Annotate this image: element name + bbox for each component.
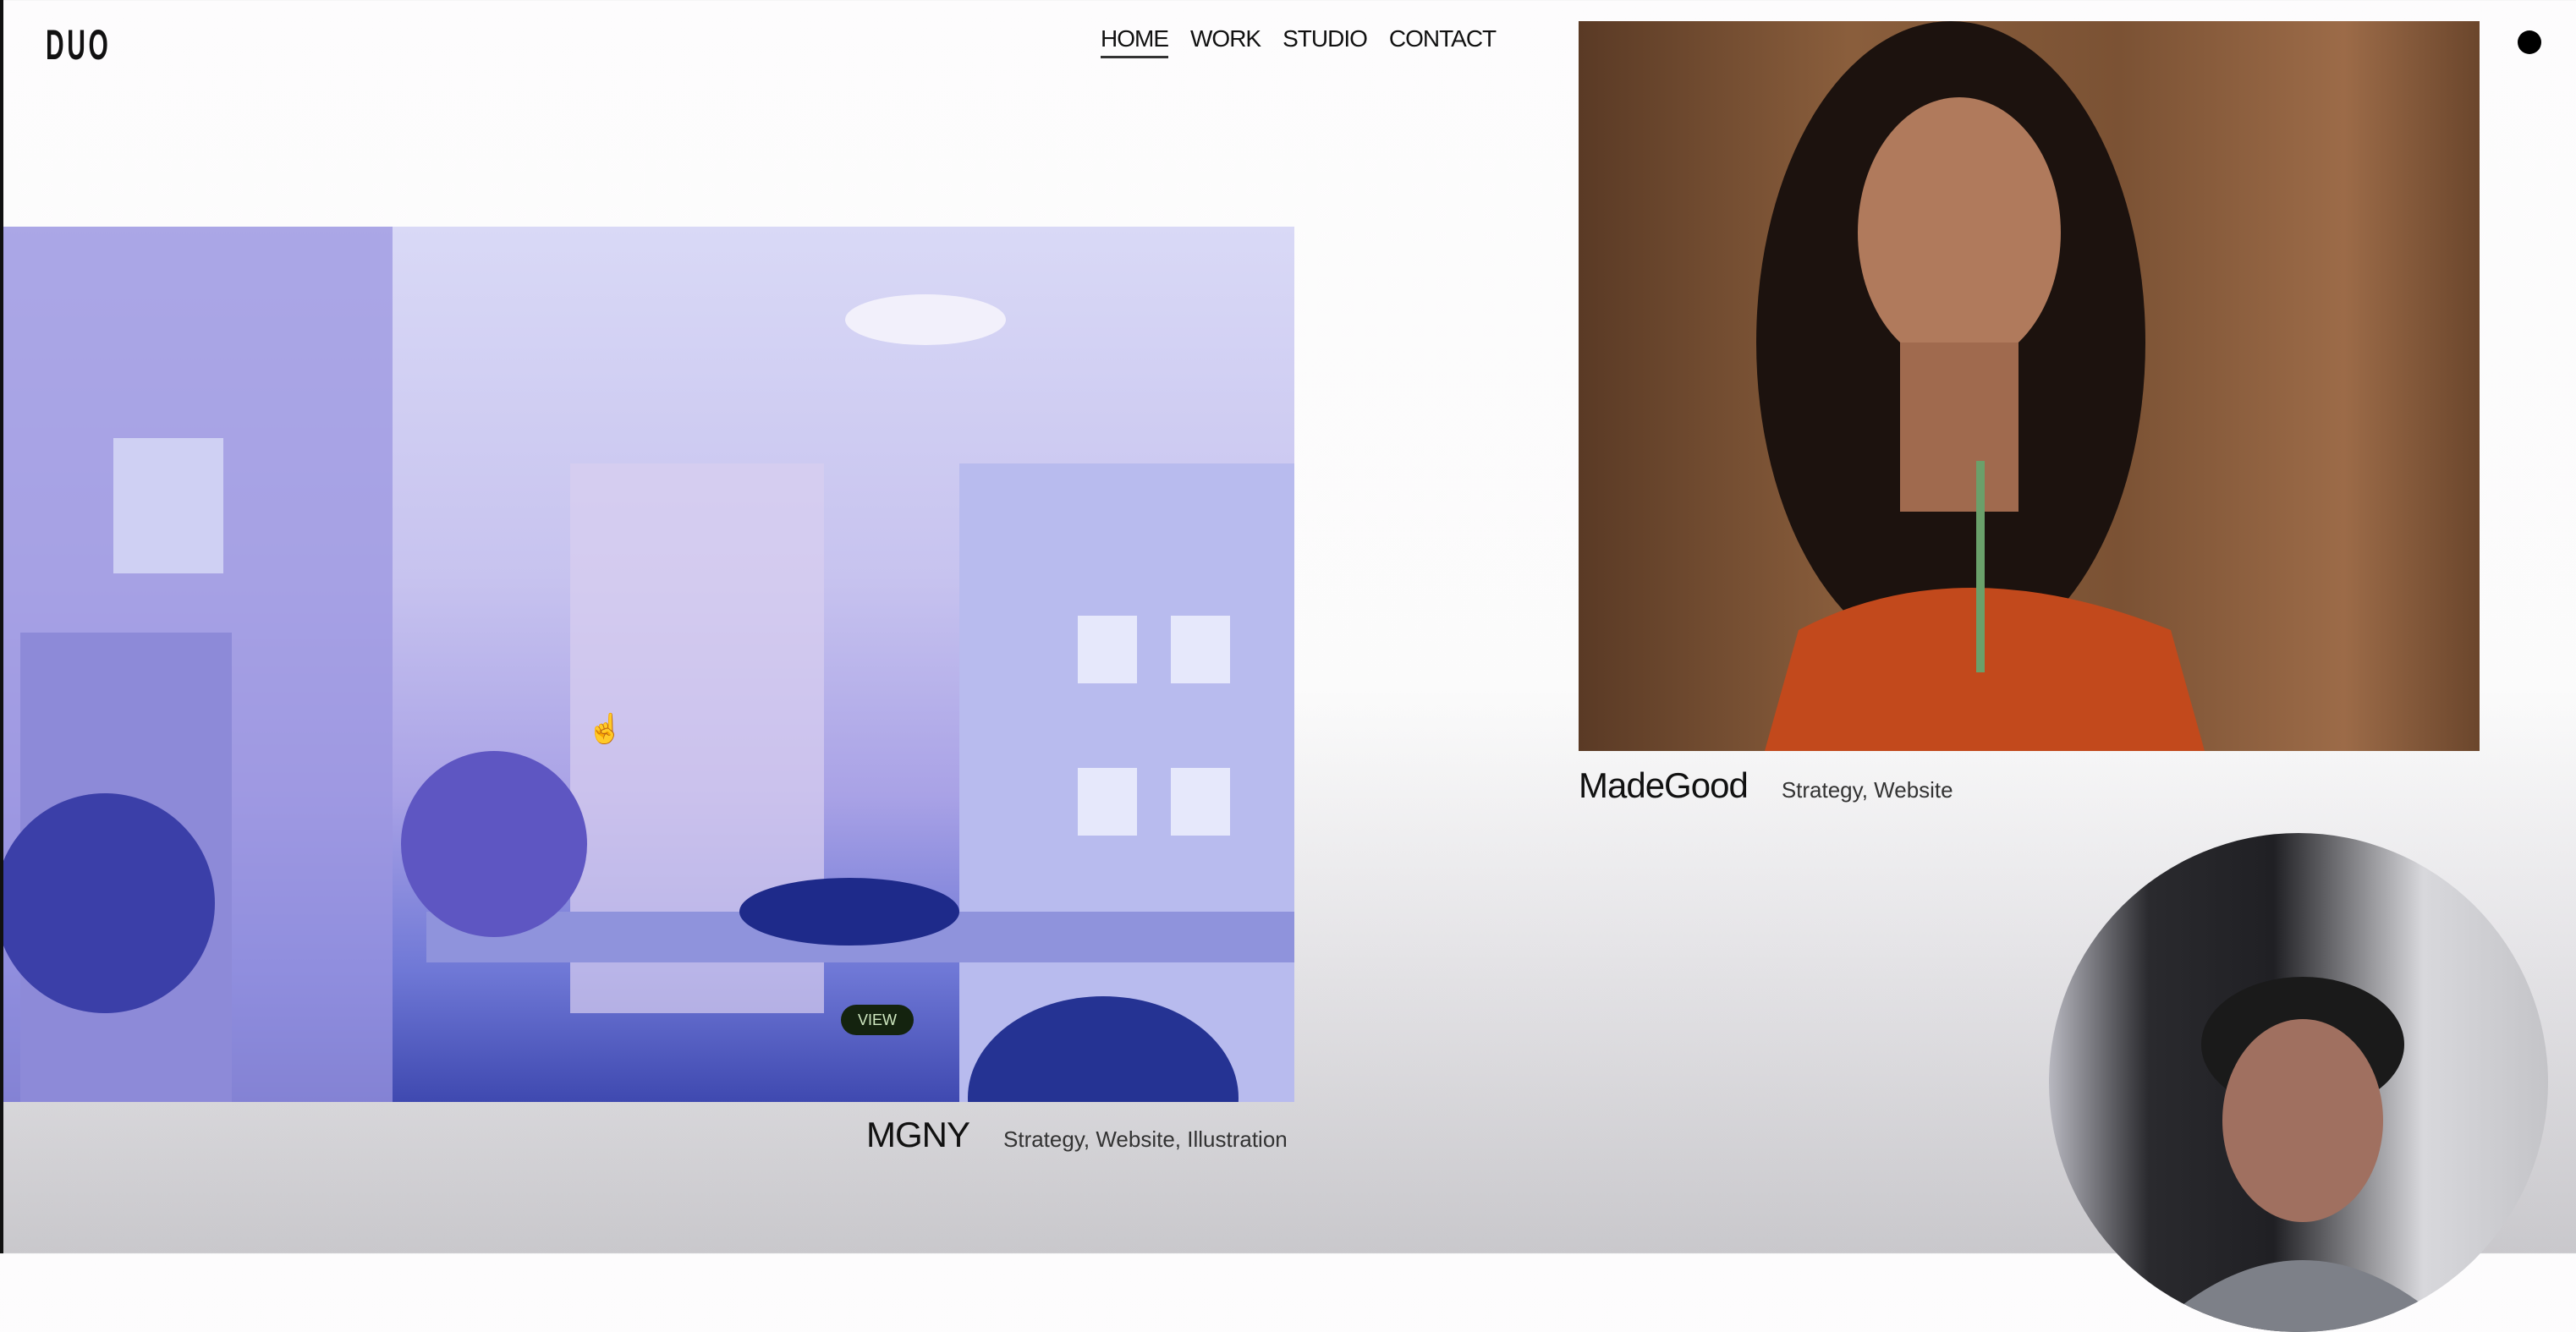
nav-contact[interactable]: CONTACT [1389, 25, 1497, 58]
view-badge[interactable]: VIEW [841, 1005, 914, 1035]
project-title[interactable]: MGNY [866, 1115, 970, 1155]
nav-studio[interactable]: STUDIO [1283, 25, 1368, 58]
main-nav: HOME WORK STUDIO CONTACT [1101, 25, 1497, 58]
project-title[interactable]: MadeGood [1579, 765, 1749, 806]
project-tags: Strategy, Website, Illustration [1003, 1126, 1288, 1152]
menu-dot-button[interactable] [2518, 30, 2541, 54]
nav-work[interactable]: WORK [1190, 25, 1261, 58]
presenter-video [2150, 977, 2455, 1332]
nav-home[interactable]: HOME [1101, 25, 1169, 58]
project-caption-madegood: MadeGood Strategy, Website [1579, 765, 1953, 806]
project-tags: Strategy, Website [1781, 777, 1953, 803]
portrait-photo [1756, 21, 2205, 751]
logo[interactable]: DUO [46, 20, 111, 69]
webcam-overlay [2049, 833, 2548, 1332]
project-caption-mgny: MGNY Strategy, Website, Illustration [866, 1115, 1288, 1155]
city-illustration [3, 227, 1294, 1102]
project-image-mgny[interactable]: VIEW [3, 227, 1294, 1102]
project-image-madegood[interactable] [1579, 21, 2480, 751]
hand-cursor-icon: ☝ [587, 713, 623, 745]
